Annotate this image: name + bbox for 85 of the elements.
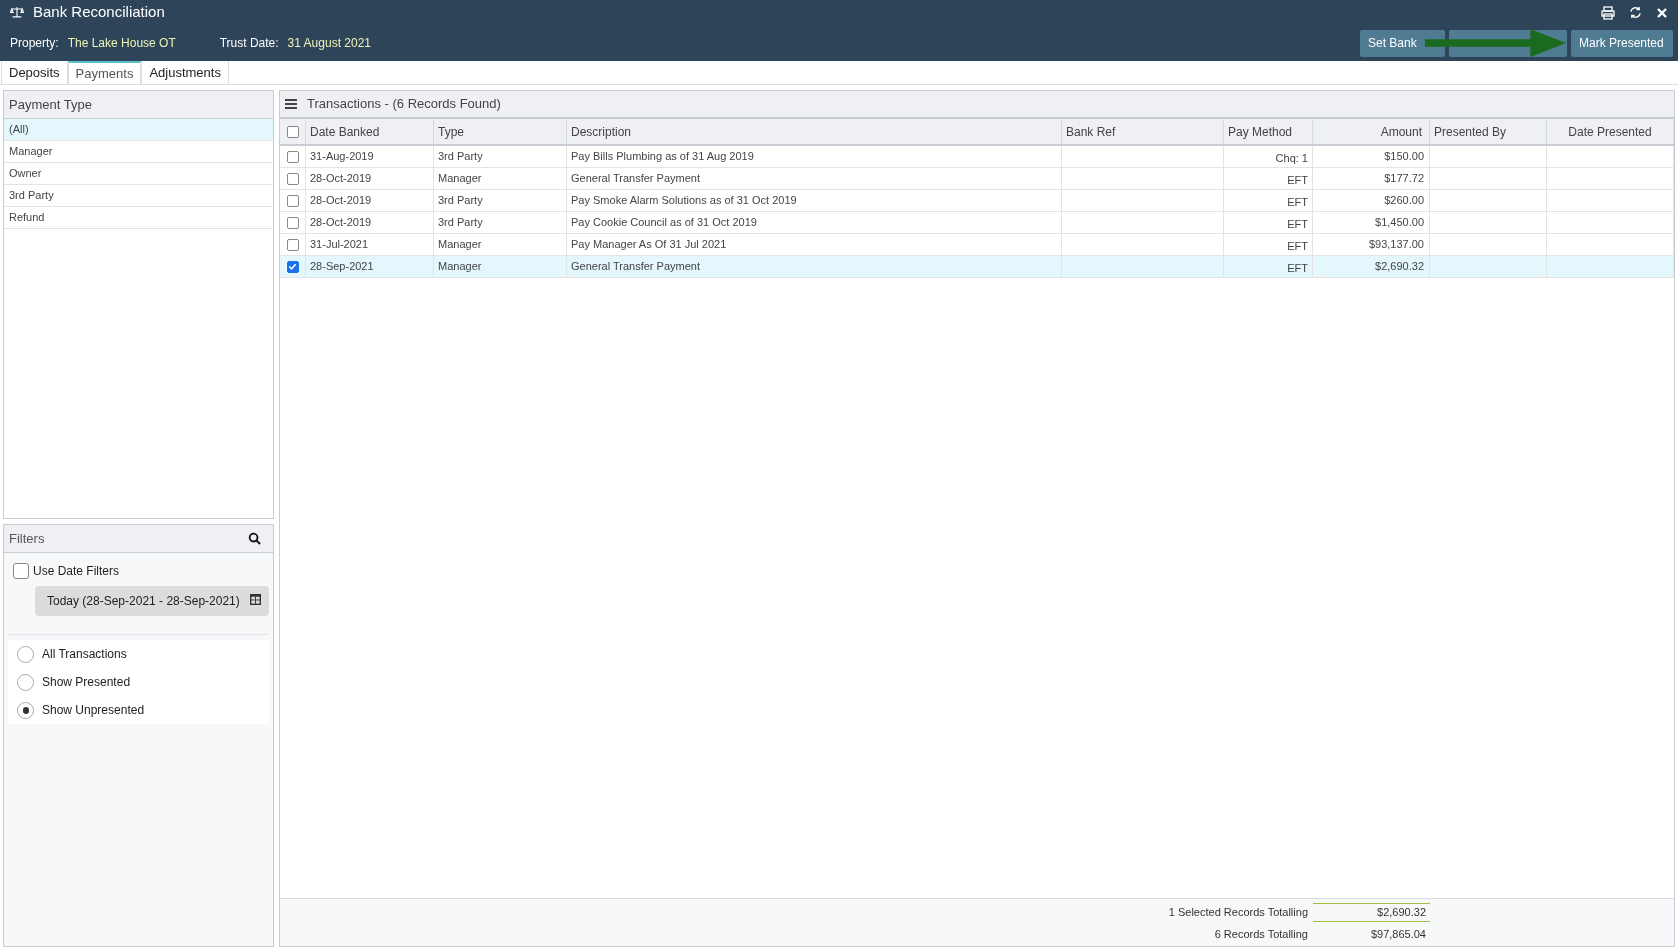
trust-date-label: Trust Date: [219,35,279,52]
total-label: 1 Selected Records Totalling [1168,905,1308,920]
table-cell-text: EFT [1287,238,1308,254]
table-cell-text: Pay Bills Plumbing as of 31 Aug 2019 [571,149,754,165]
table-row[interactable]: 28-Oct-2019 3rd Party Pay Cookie Council as of 31 Oct 2019 EFT $1,450.00 [280,212,1674,234]
toolbar-button[interactable]: Set Bank [1360,29,1445,57]
checkbox[interactable] [286,216,299,229]
table-cell-text: Pay Cookie Council as of 31 Oct 2019 [571,215,757,231]
checkbox[interactable] [286,150,299,163]
checkbox-label: Use Date Filters [33,563,120,580]
tab[interactable]: Payments [67,61,142,84]
table-cell-text: $1,450.00 [1375,215,1424,231]
table-row[interactable]: 28-Sep-2021 Manager General Transfer Payment EFT $2,690.32 [280,256,1674,278]
table-row[interactable]: 31-Jul-2021 Manager Pay Manager As Of 31 Jul 2021 EFT $93,137.00 [280,234,1674,256]
property-label: Property: [10,35,59,52]
calendar-icon[interactable] [250,593,261,605]
table-cell-text: $2,690.32 [1375,259,1424,275]
table-cell-text: Manager [438,237,482,253]
column-header[interactable]: Description [571,122,632,141]
column-header[interactable]: Type [438,122,464,141]
table-cell-text: Chq: 1 [1275,150,1308,166]
table-cell-text: 3rd Party [438,193,483,209]
table-cell-text: EFT [1287,194,1308,210]
refresh-icon[interactable] [1629,6,1642,19]
table-row[interactable]: 31-Aug-2019 3rd Party Pay Bills Plumbing as of 31 Aug 2019 Chq: 1 $150.00 [280,146,1674,168]
close-icon[interactable] [1656,6,1668,19]
column-header[interactable]: Pay Method [1228,122,1293,141]
radio-label: All Transactions [42,646,127,663]
table-cell-text: $177.72 [1384,171,1424,187]
checkbox[interactable] [286,260,299,273]
tab[interactable]: Adjustments [141,61,229,84]
table-cell-text: $93,137.00 [1368,237,1424,253]
print-icon[interactable] [1601,5,1615,20]
table-cell-text: 28-Oct-2019 [310,171,372,187]
radio-label: Show Unpresented [42,702,145,719]
table-cell-text: Pay Manager As Of 31 Jul 2021 [571,237,727,253]
panel-title: Payment Type [4,91,273,119]
table-cell-text: $260.00 [1384,193,1424,209]
column-header[interactable]: Date Presented [1568,122,1652,141]
panel-title: Filters [9,529,45,548]
search-icon[interactable] [248,532,261,545]
table-cell-text: 31-Aug-2019 [310,149,374,165]
table-cell-text: 28-Oct-2019 [310,193,372,209]
table-cell-text: EFT [1287,216,1308,232]
checkbox[interactable] [286,238,299,251]
panel-title: Transactions - (6 Records Found) [307,95,501,114]
table-cell-text: 31-Jul-2021 [310,237,369,253]
table-cell-text: EFT [1287,260,1308,276]
table-cell-text: 28-Sep-2021 [310,259,374,275]
checkbox[interactable] [286,125,299,138]
scale-icon [10,6,24,19]
radio-label: Show Presented [42,674,131,691]
checkbox[interactable] [286,194,299,207]
total-label: 6 Records Totalling [1214,926,1308,942]
table-cell-text: 3rd Party [438,149,483,165]
column-header[interactable]: Amount [1380,122,1422,141]
trust-date-value: 31 August 2021 [287,35,371,52]
date-range-button[interactable]: Today (28-Sep-2021 - 28-Sep-2021) [35,586,269,616]
table-cell-text: $150.00 [1384,149,1424,165]
table-cell-text: Manager [438,171,482,187]
property-value: The Lake House OT [67,35,177,52]
radio-button[interactable] [17,701,34,719]
table-cell-text: General Transfer Payment [571,171,700,187]
table-cell-text: Manager [438,259,482,275]
window-title: Bank Reconciliation [33,2,165,23]
table-row[interactable]: 28-Oct-2019 Manager General Transfer Payment EFT $177.72 [280,168,1674,190]
column-header[interactable]: Presented By [1434,122,1507,141]
tab[interactable]: Deposits [1,61,68,84]
checkbox[interactable] [13,563,29,579]
table-row[interactable]: 28-Oct-2019 3rd Party Pay Smoke Alarm Solutions as of 31 Oct 2019 EFT $260.00 [280,190,1674,212]
table-cell-text: General Transfer Payment [571,259,700,275]
table-cell-text: EFT [1287,172,1308,188]
total-value: $97,865.04 [1370,926,1426,942]
total-value: $2,690.32 [1377,905,1426,920]
table-cell-text: Pay Smoke Alarm Solutions as of 31 Oct 2019 [571,193,797,209]
column-header[interactable]: Date Banked [310,122,380,141]
column-header[interactable]: Bank Ref [1066,122,1116,141]
table-cell-text: 3rd Party [438,215,483,231]
radio-button[interactable] [17,673,34,691]
checkbox[interactable] [286,172,299,185]
toolbar-button[interactable]: Mark Presented [1571,29,1673,57]
list-item[interactable]: (All) [4,119,273,141]
radio-button[interactable] [17,645,34,663]
menu-icon[interactable] [285,99,297,109]
table-cell-text: 28-Oct-2019 [310,215,372,231]
